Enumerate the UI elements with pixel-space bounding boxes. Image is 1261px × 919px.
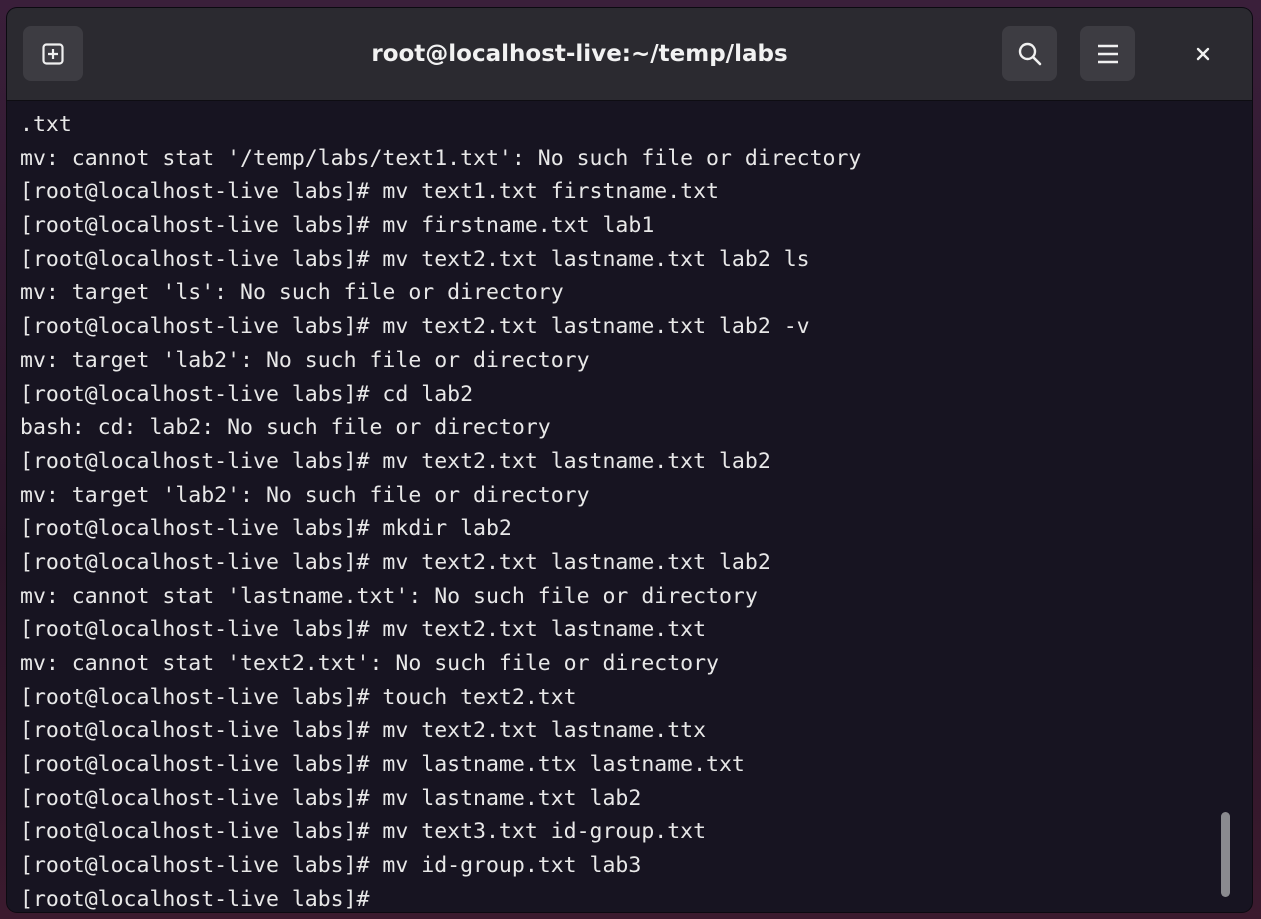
hamburger-menu-icon: [1096, 43, 1120, 65]
terminal-line: mv: target 'ls': No such file or directo…: [20, 280, 564, 306]
terminal-line: [root@localhost-live labs]# touch text2.…: [20, 684, 577, 710]
terminal-line: [root@localhost-live labs]# mv id-group.…: [20, 853, 642, 879]
terminal-line: [root@localhost-live labs]# cd lab2: [20, 381, 474, 407]
terminal-line: .txt: [20, 112, 72, 137]
terminal-line: [root@localhost-live labs]# mv text2.txt…: [20, 448, 771, 474]
close-icon: [1195, 46, 1211, 62]
header-bar: root@localhost-live:~/temp/labs: [7, 8, 1252, 101]
terminal-line: [root@localhost-live labs]# mv text1.txt…: [20, 179, 719, 205]
terminal-line: [root@localhost-live labs]# mv text3.txt…: [20, 819, 707, 845]
terminal-line: [root@localhost-live labs]# mv text2.txt…: [20, 617, 707, 643]
terminal-line: [root@localhost-live labs]#: [20, 886, 370, 912]
terminal-output[interactable]: .txt mv: cannot stat '/temp/labs/text1.tx…: [7, 101, 1222, 912]
scrollbar-track[interactable]: [1215, 93, 1245, 904]
search-button[interactable]: [1002, 26, 1057, 81]
terminal-window: root@localhost-live:~/temp/labs .txt mv:…: [7, 8, 1252, 912]
menu-button[interactable]: [1080, 26, 1135, 81]
new-tab-button[interactable]: [23, 26, 83, 81]
close-button[interactable]: [1175, 26, 1230, 81]
terminal-line: mv: cannot stat 'lastname.txt': No such …: [20, 583, 758, 609]
terminal-line: mv: cannot stat '/temp/labs/text1.txt': …: [20, 145, 862, 171]
terminal-line: bash: cd: lab2: No such file or director…: [20, 415, 551, 441]
new-tab-icon: [41, 42, 65, 66]
window-title: root@localhost-live:~/temp/labs: [371, 41, 788, 67]
terminal-line: [root@localhost-live labs]# mv text2.txt…: [20, 718, 707, 744]
terminal-line: [root@localhost-live labs]# mkdir lab2: [20, 516, 512, 542]
terminal-line: mv: target 'lab2': No such file or direc…: [20, 482, 590, 508]
search-icon: [1017, 41, 1043, 67]
terminal-line: mv: cannot stat 'text2.txt': No such fil…: [20, 651, 719, 676]
terminal-line: [root@localhost-live labs]# mv text2.txt…: [20, 549, 771, 575]
terminal-line: [root@localhost-live labs]# mv lastname.…: [20, 785, 642, 811]
terminal-line: [root@localhost-live labs]# mv text2.txt…: [20, 246, 810, 272]
terminal-line: mv: target 'lab2': No such file or direc…: [20, 347, 590, 373]
scrollbar-thumb[interactable]: [1221, 812, 1230, 897]
terminal-line: [root@localhost-live labs]# mv firstname…: [20, 213, 655, 239]
terminal-line: [root@localhost-live labs]# mv lastname.…: [20, 752, 745, 778]
terminal-line: [root@localhost-live labs]# mv text2.txt…: [20, 314, 810, 340]
